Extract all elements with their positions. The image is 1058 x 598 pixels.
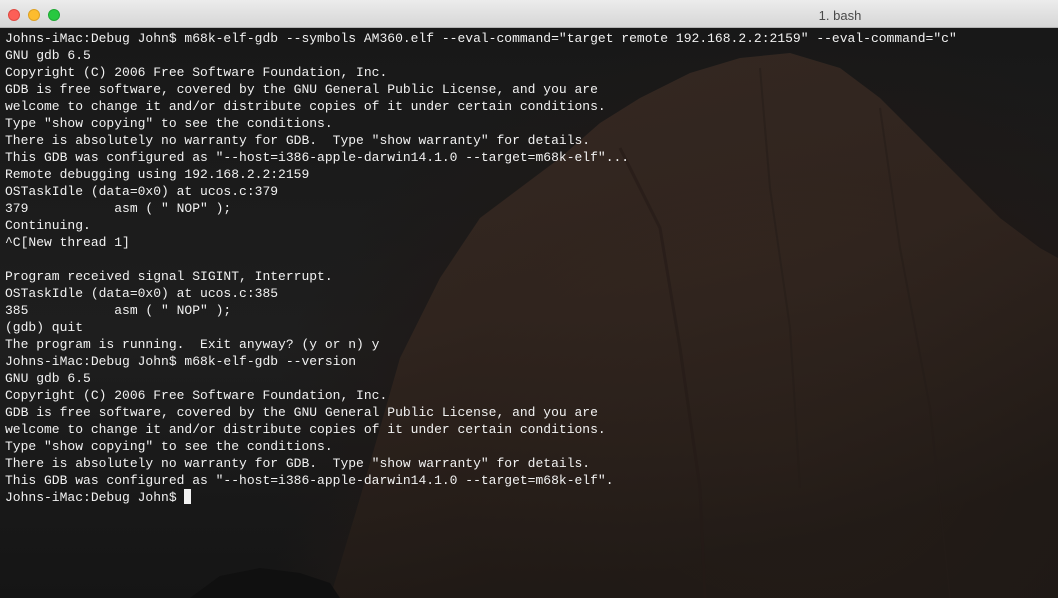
terminal-line: Copyright (C) 2006 Free Software Foundat… [5, 65, 388, 80]
terminal-line: There is absolutely no warranty for GDB.… [5, 456, 591, 471]
terminal-line: 385 asm ( " NOP" ); [5, 303, 232, 318]
terminal-line: GNU gdb 6.5 [5, 48, 91, 63]
shell-prompt: Johns-iMac:Debug John$ [5, 490, 185, 505]
terminal-line: GDB is free software, covered by the GNU… [5, 405, 598, 420]
minimize-window-button[interactable] [28, 9, 40, 21]
terminal-line: Type "show copying" to see the condition… [5, 116, 333, 131]
terminal-line: This GDB was configured as "--host=i386-… [5, 150, 630, 165]
title-bar[interactable]: 1. bash [0, 0, 1058, 28]
terminal-line: ^C[New thread 1] [5, 235, 130, 250]
terminal-line: There is absolutely no warranty for GDB.… [5, 133, 591, 148]
terminal-line: Copyright (C) 2006 Free Software Foundat… [5, 388, 388, 403]
terminal-line: The program is running. Exit anyway? (y … [5, 337, 380, 352]
zoom-window-button[interactable] [48, 9, 60, 21]
terminal-line: Remote debugging using 192.168.2.2:2159 [5, 167, 310, 182]
terminal-line: OSTaskIdle (data=0x0) at ucos.c:385 [5, 286, 279, 301]
terminal-output[interactable]: Johns-iMac:Debug John$ m68k-elf-gdb --sy… [0, 28, 1058, 598]
terminal-line: 379 asm ( " NOP" ); [5, 201, 232, 216]
text-cursor [184, 489, 192, 504]
terminal-line: welcome to change it and/or distribute c… [5, 99, 606, 114]
terminal-line: This GDB was configured as "--host=i386-… [5, 473, 614, 488]
terminal-line: Johns-iMac:Debug John$ m68k-elf-gdb --ve… [5, 354, 357, 369]
close-window-button[interactable] [8, 9, 20, 21]
terminal-line: Program received signal SIGINT, Interrup… [5, 269, 333, 284]
window-title: 1. bash [818, 8, 862, 23]
terminal-line: GNU gdb 6.5 [5, 371, 91, 386]
terminal-line: OSTaskIdle (data=0x0) at ucos.c:379 [5, 184, 279, 199]
prompt-line[interactable]: Johns-iMac:Debug John$ [5, 489, 1053, 506]
terminal-line: (gdb) quit [5, 320, 84, 335]
terminal-line: Type "show copying" to see the condition… [5, 439, 333, 454]
terminal-window: 1. bash Johns-iMac:Debug John$ m68k-elf-… [0, 0, 1058, 598]
terminal-lines: Johns-iMac:Debug John$ m68k-elf-gdb --sy… [5, 30, 1053, 506]
terminal-line: GDB is free software, covered by the GNU… [5, 82, 598, 97]
terminal-line: Johns-iMac:Debug John$ m68k-elf-gdb --sy… [5, 31, 957, 46]
terminal-line: welcome to change it and/or distribute c… [5, 422, 606, 437]
terminal-line: Continuing. [5, 218, 91, 233]
